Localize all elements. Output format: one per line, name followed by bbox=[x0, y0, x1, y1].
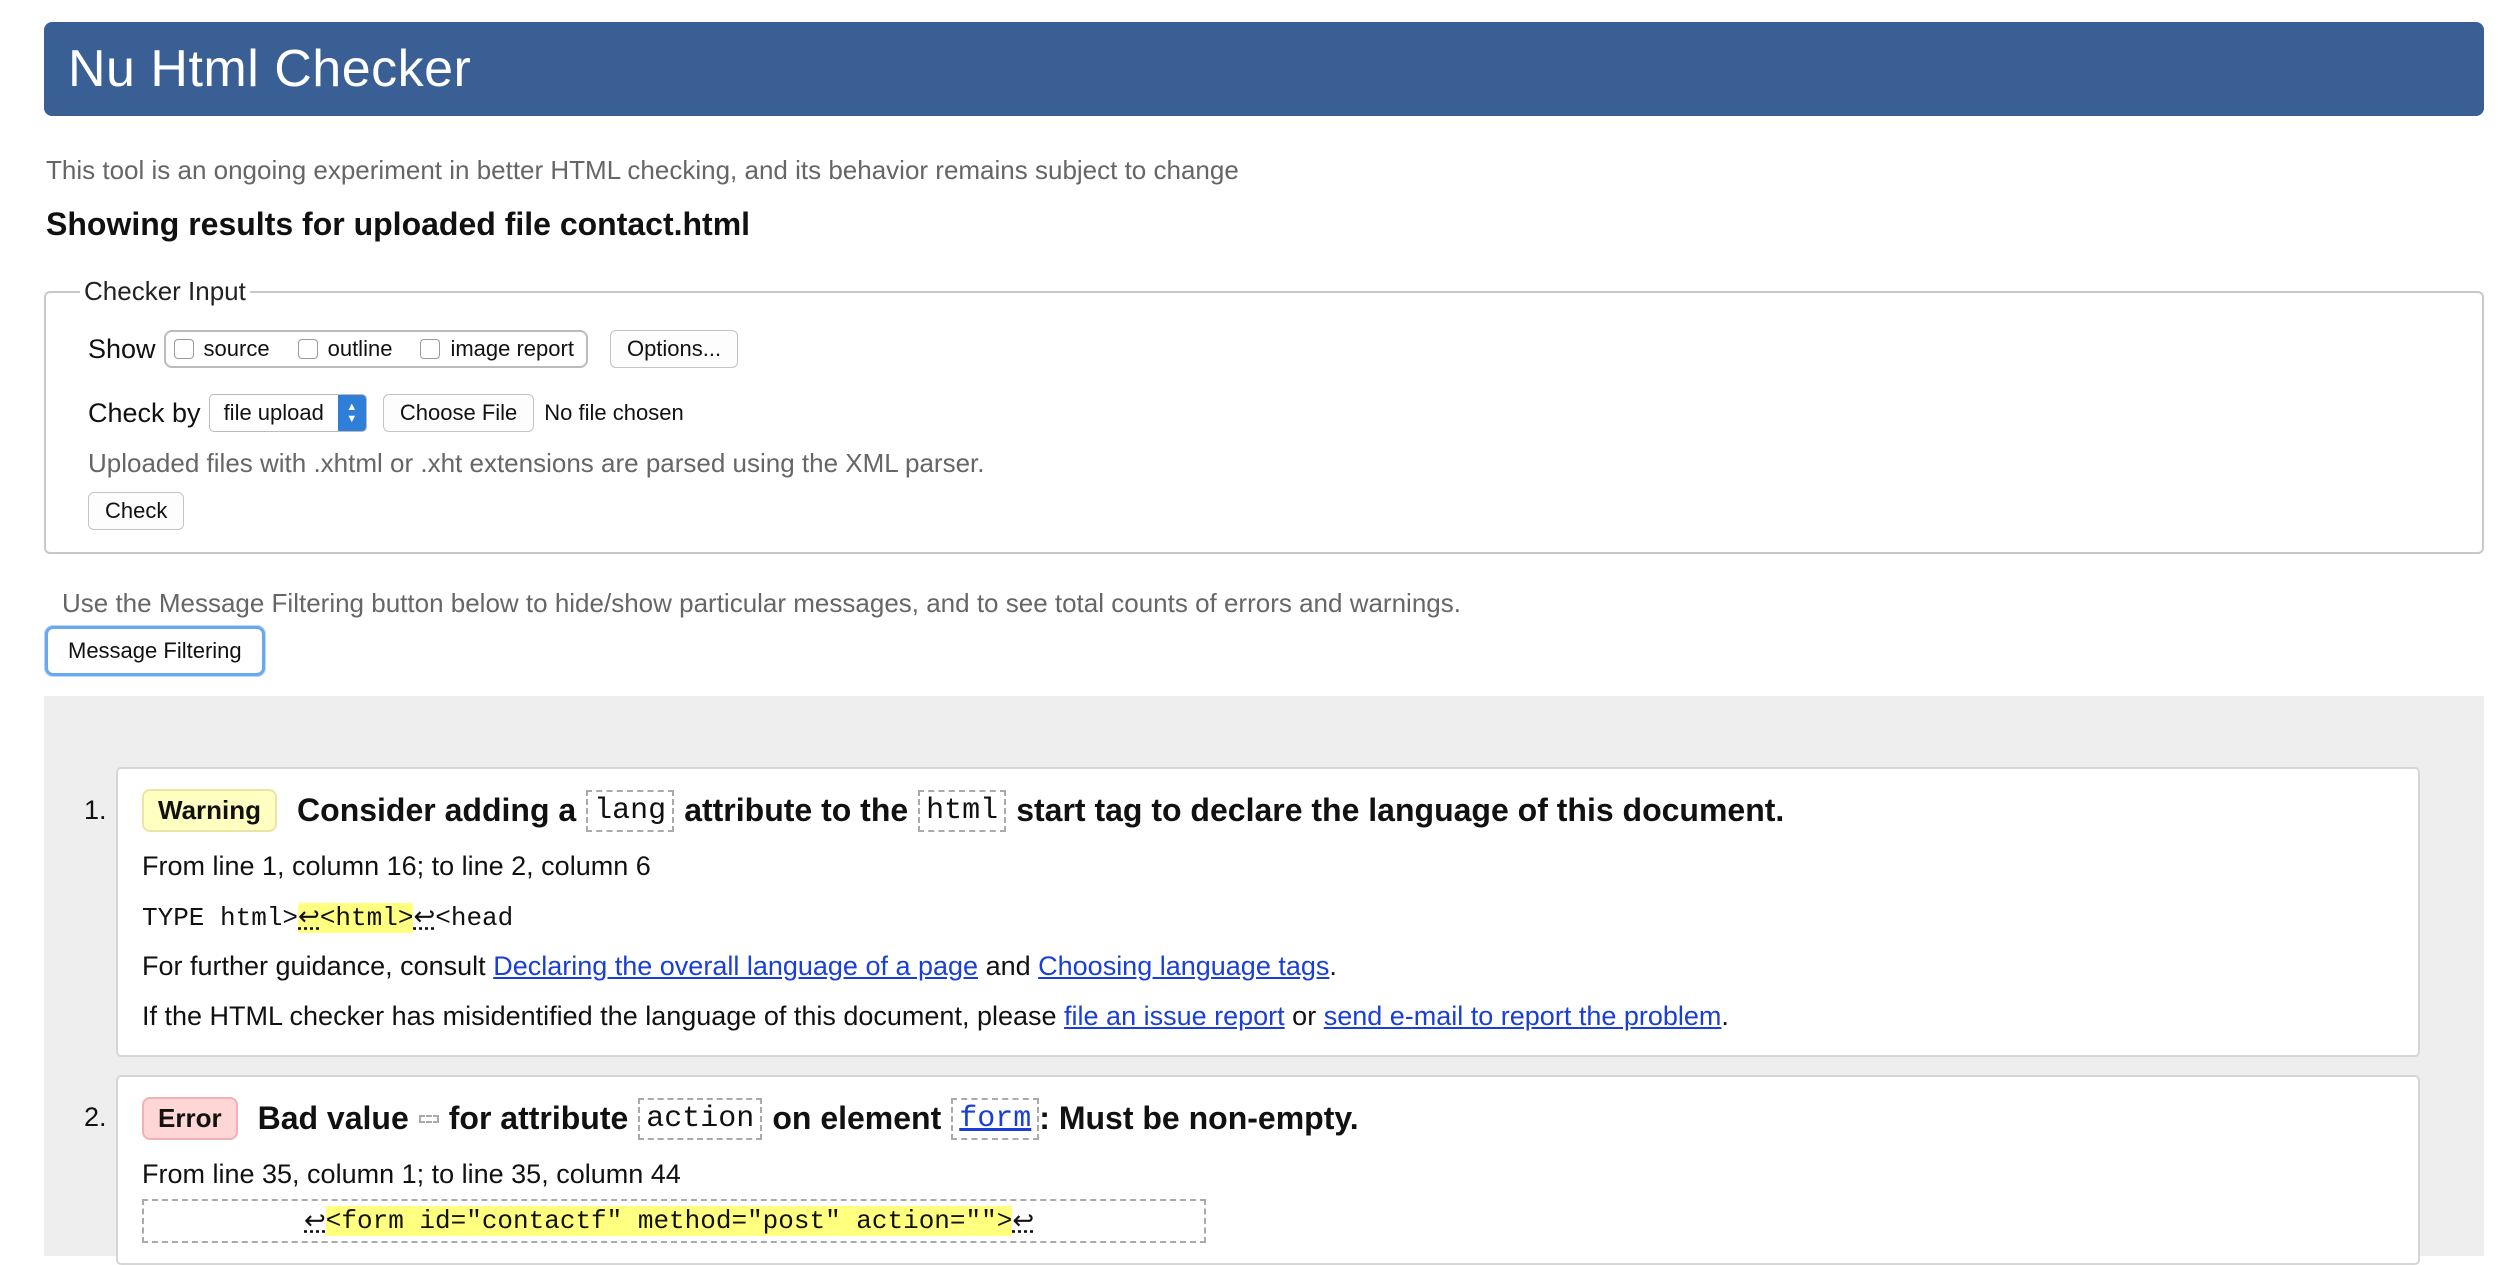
code-html: html bbox=[918, 789, 1007, 832]
linefeed-icon: ↩ bbox=[304, 1206, 326, 1237]
misid-text: If the HTML checker has misidentified th… bbox=[142, 1001, 1057, 1031]
message-title: Error Bad value for attribute action on … bbox=[142, 1097, 1359, 1140]
message-warning: Warning Consider adding a lang attribute… bbox=[116, 767, 2420, 1057]
checker-input-legend: Checker Input bbox=[84, 276, 246, 306]
option-outline[interactable]: outline bbox=[297, 336, 393, 362]
title-text: Bad value bbox=[257, 1100, 409, 1136]
title-text: Consider adding a bbox=[297, 792, 577, 828]
linefeed-icon: ↩ bbox=[298, 903, 320, 933]
page: Nu Html Checker This tool is an ongoing … bbox=[0, 0, 2520, 1265]
check-by-select[interactable]: file upload ▲ ▼ bbox=[208, 394, 367, 432]
linefeed-icon: ↩ bbox=[413, 903, 436, 933]
code-empty-value bbox=[418, 1114, 439, 1123]
option-image-report[interactable]: image report bbox=[420, 336, 574, 362]
filter-note: Use the Message Filtering button below t… bbox=[62, 588, 1461, 618]
code-extract: TYPE html>↩<html>↩<head bbox=[142, 902, 513, 933]
options-button[interactable]: Options... bbox=[609, 330, 739, 368]
outline-label: outline bbox=[327, 336, 393, 361]
extract-text: TYPE html> bbox=[142, 903, 299, 933]
show-label: Show bbox=[88, 333, 156, 364]
extract-box: ↩ <form id="contactf" method="post" actio… bbox=[142, 1199, 1206, 1243]
form-element-link[interactable]: form bbox=[959, 1102, 1031, 1136]
message-location: From line 35, column 1; to line 35, colu… bbox=[142, 1159, 681, 1189]
guidance-line: For further guidance, consult Declaring … bbox=[142, 951, 1337, 982]
show-options-group: source outline image report bbox=[163, 330, 588, 368]
send-email-link[interactable]: send e-mail to report the problem bbox=[1324, 1001, 1722, 1031]
image-report-checkbox[interactable] bbox=[420, 339, 441, 359]
select-arrows-icon: ▲ ▼ bbox=[337, 395, 366, 431]
title-text: : Must be non-empty. bbox=[1039, 1100, 1359, 1136]
message-number: 2. bbox=[84, 1102, 107, 1132]
outline-checkbox[interactable] bbox=[297, 339, 318, 359]
linefeed-icon: ↩ bbox=[1012, 1206, 1035, 1237]
code-form: form bbox=[951, 1097, 1040, 1140]
option-source[interactable]: source bbox=[173, 336, 270, 362]
choose-file-button[interactable]: Choose File bbox=[382, 394, 535, 432]
message-number: 1. bbox=[84, 795, 107, 825]
misidentified-line: If the HTML checker has misidentified th… bbox=[142, 1001, 1729, 1032]
check-row: Check bbox=[88, 492, 185, 530]
title-text: start tag to declare the language of thi… bbox=[1016, 792, 1785, 828]
warning-badge: Warning bbox=[142, 789, 278, 832]
message-filtering-button[interactable]: Message Filtering bbox=[45, 626, 265, 676]
message-title: Warning Consider adding a lang attribute… bbox=[142, 789, 1784, 832]
guidance-text: and bbox=[985, 951, 1031, 981]
source-label: source bbox=[203, 336, 270, 361]
extract-highlight: <html> bbox=[319, 903, 414, 933]
code-lang: lang bbox=[586, 789, 675, 832]
guidance-text: . bbox=[1329, 951, 1337, 981]
header-banner: Nu Html Checker bbox=[44, 22, 2484, 116]
misid-text: or bbox=[1292, 1001, 1317, 1031]
image-report-label: image report bbox=[450, 336, 574, 361]
check-button[interactable]: Check bbox=[88, 492, 185, 530]
message-error: Error Bad value for attribute action on … bbox=[116, 1075, 2420, 1265]
code-extract: ↩ <form id="contactf" method="post" actio… bbox=[142, 1199, 1206, 1243]
message-location: From line 1, column 16; to line 2, colum… bbox=[142, 851, 651, 881]
results-heading: Showing results for uploaded file contac… bbox=[46, 206, 751, 242]
check-by-label: Check by bbox=[88, 397, 201, 428]
xml-parser-hint: Uploaded files with .xhtml or .xht exten… bbox=[88, 448, 985, 478]
show-row: Show source outline image report Options… bbox=[88, 330, 739, 368]
extract-highlight: <form id="contactf" method="post" action… bbox=[325, 1206, 1013, 1236]
file-issue-link[interactable]: file an issue report bbox=[1064, 1001, 1285, 1031]
choosing-tags-link[interactable]: Choosing language tags bbox=[1038, 951, 1329, 981]
error-badge: Error bbox=[142, 1097, 238, 1140]
check-by-value: file upload bbox=[223, 400, 324, 425]
misid-text: . bbox=[1721, 1001, 1729, 1031]
extract-text: <head bbox=[435, 903, 514, 933]
source-checkbox[interactable] bbox=[173, 339, 194, 359]
guidance-text: For further guidance, consult bbox=[142, 951, 486, 981]
file-status: No file chosen bbox=[544, 400, 684, 425]
check-by-row: Check by file upload ▲ ▼ Choose File No f… bbox=[88, 394, 684, 432]
title-text: on element bbox=[772, 1100, 942, 1136]
declaring-language-link[interactable]: Declaring the overall language of a page bbox=[493, 951, 978, 981]
code-action: action bbox=[638, 1097, 763, 1140]
title-text: for attribute bbox=[448, 1100, 629, 1136]
title-text: attribute to the bbox=[684, 792, 909, 828]
intro-text: This tool is an ongoing experiment in be… bbox=[46, 155, 1239, 185]
app-title: Nu Html Checker bbox=[68, 40, 472, 98]
